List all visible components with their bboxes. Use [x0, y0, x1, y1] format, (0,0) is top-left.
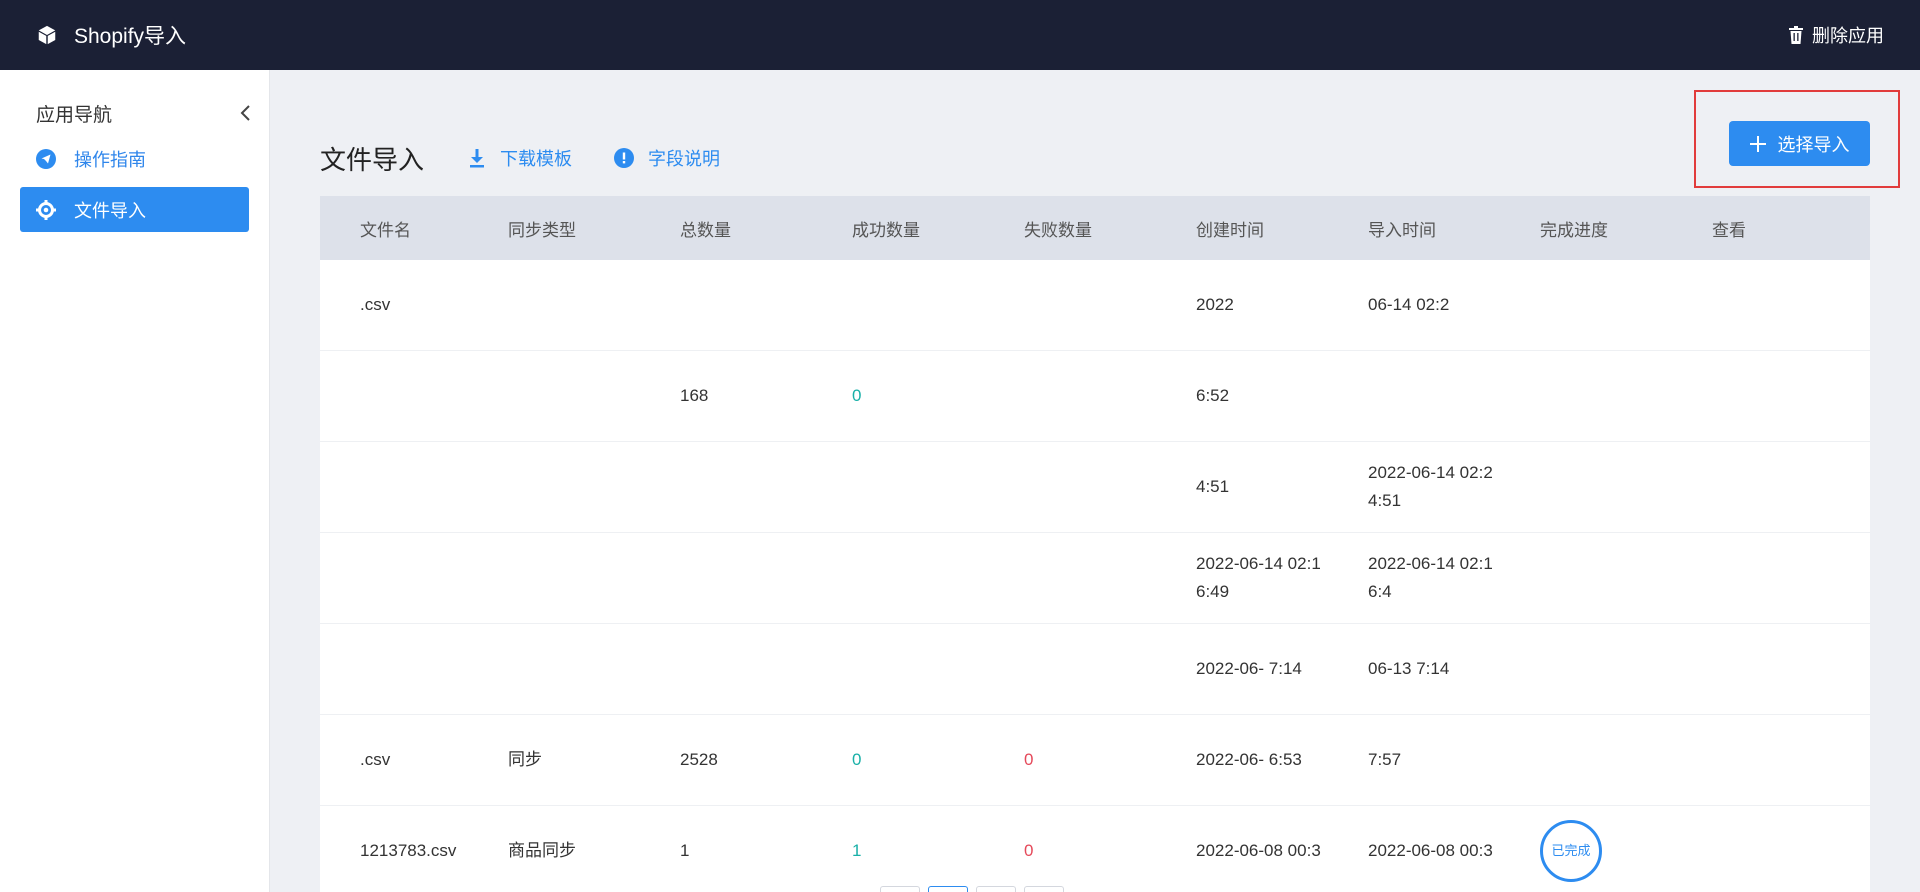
- header-import-time: 导入时间: [1368, 220, 1436, 240]
- cell-created-time: 4:51: [1196, 477, 1230, 496]
- cell-file-name: 1213783.csv: [360, 841, 457, 860]
- header-progress: 完成进度: [1540, 220, 1608, 240]
- cell-progress: [1500, 638, 1672, 700]
- sidebar-title: 应用导航: [36, 104, 113, 126]
- cell-created-time: 2022-06- 6:53: [1196, 750, 1302, 769]
- cell-import-time: 06-13 7:14: [1368, 659, 1450, 678]
- cell-success: 0: [852, 750, 862, 769]
- header-sync-type: 同步类型: [508, 220, 576, 240]
- page-header: 文件导入 下载模板 字段说明: [320, 128, 1870, 188]
- sidebar: 应用导航 操作指南 文件导入: [0, 70, 270, 892]
- cell-success: 1: [852, 841, 862, 860]
- cell-import-time: 7:57: [1368, 750, 1402, 769]
- select-import-button[interactable]: 选择导入: [1729, 121, 1870, 166]
- cell-file-name: .csv: [360, 295, 391, 314]
- trash-icon: [1789, 26, 1803, 44]
- cube-icon: [38, 25, 56, 45]
- cell-progress: [1500, 274, 1672, 336]
- field-description-label: 字段说明: [648, 149, 721, 169]
- cell-failed: 0: [1024, 841, 1034, 860]
- cell-import-time: 2022-06-14 02:2 4:51: [1368, 463, 1493, 510]
- cell-import-time: 06-14 02:2: [1368, 295, 1450, 314]
- import-table: 文件名 同步类型 总数量 成功数量 失败数量 创建时间 导入时间 完成进度 查看…: [320, 196, 1870, 892]
- delete-app-label: 删除应用: [1812, 26, 1884, 46]
- sidebar-header: 应用导航: [0, 70, 269, 130]
- plus-icon: [1749, 135, 1766, 152]
- sidebar-item-label: 文件导入: [74, 200, 146, 221]
- download-template-link[interactable]: 下载模板: [468, 145, 572, 171]
- app-title: Shopify导入: [74, 25, 187, 48]
- top-bar: Shopify导入 删除应用: [0, 0, 1920, 70]
- info-icon: [614, 148, 635, 168]
- cell-import-time: 2022-06-14 02:1 6:4: [1368, 554, 1493, 601]
- cell-failed: 0: [1024, 750, 1034, 769]
- cell-created-time: 2022-06-08 00:3: [1196, 841, 1321, 860]
- page-title: 文件导入: [320, 144, 425, 175]
- header-failed: 失败数量: [1024, 220, 1092, 240]
- cell-created-time: 2022: [1196, 295, 1234, 314]
- header-view: 查看: [1712, 220, 1746, 240]
- sidebar-item-label: 操作指南: [74, 149, 146, 170]
- pager-next[interactable]: [1024, 886, 1064, 892]
- field-description-link[interactable]: 字段说明: [614, 145, 720, 171]
- table-row: 2022-06-14 02:1 6:49 2022-06-14 02:1 6:4: [320, 533, 1870, 624]
- cell-total: 1: [680, 841, 690, 860]
- table-row: 4:51 2022-06-14 02:2 4:51: [320, 442, 1870, 533]
- cell-progress: [1500, 729, 1672, 791]
- header-created-time: 创建时间: [1196, 220, 1264, 240]
- pager-page-current[interactable]: [928, 886, 968, 892]
- pager-prev[interactable]: [880, 886, 920, 892]
- progress-circle: 已完成: [1540, 820, 1602, 882]
- pagination: [880, 886, 1064, 892]
- download-template-label: 下载模板: [500, 149, 573, 169]
- cell-created-time: 2022-06-14 02:1 6:49: [1196, 554, 1321, 601]
- select-import-label: 选择导入: [1777, 134, 1850, 155]
- sidebar-item-guide[interactable]: 操作指南: [20, 136, 249, 181]
- cell-sync-type: 商品同步: [508, 841, 576, 860]
- gear-icon: [36, 199, 56, 220]
- cell-file-name: .csv: [360, 750, 391, 769]
- cell-total: 168: [680, 386, 709, 405]
- cell-progress: [1500, 547, 1672, 609]
- cell-sync-type: 同步: [508, 750, 542, 769]
- cell-total: 2528: [680, 750, 718, 769]
- table-row: 2022-06- 7:14 06-13 7:14: [320, 624, 1870, 715]
- header-total: 总数量: [680, 220, 731, 240]
- app-brand: Shopify导入: [36, 20, 186, 50]
- collapse-chevron-icon[interactable]: [239, 104, 251, 122]
- header-file-name: 文件名: [360, 220, 411, 240]
- cell-created-time: 6:52: [1196, 386, 1230, 405]
- cell-created-time: 2022-06- 7:14: [1196, 659, 1302, 678]
- navigation-arrow-icon: [36, 148, 56, 169]
- table-row: .csv 2022 06-14 02:2: [320, 260, 1870, 351]
- pager-page[interactable]: [976, 886, 1016, 892]
- download-icon: [470, 149, 485, 168]
- cell-success: 0: [852, 386, 862, 405]
- table-header: 文件名 同步类型 总数量 成功数量 失败数量 创建时间 导入时间 完成进度 查看: [320, 196, 1870, 260]
- delete-app-button[interactable]: 删除应用: [1788, 22, 1884, 48]
- table-row: 168 0 6:52: [320, 351, 1870, 442]
- header-success: 成功数量: [852, 220, 920, 240]
- cell-progress: [1500, 365, 1672, 427]
- sidebar-item-file-import[interactable]: 文件导入: [20, 187, 249, 232]
- table-row: 1213783.csv 商品同步 1 1 0 2022-06-08 00:3 2…: [320, 806, 1870, 892]
- cell-progress: 已完成: [1500, 820, 1672, 882]
- cell-import-time: 2022-06-08 00:3: [1368, 841, 1493, 860]
- table-row: .csv 同步 2528 0 0 2022-06- 6:53 7:57: [320, 715, 1870, 806]
- cell-progress: [1500, 456, 1672, 518]
